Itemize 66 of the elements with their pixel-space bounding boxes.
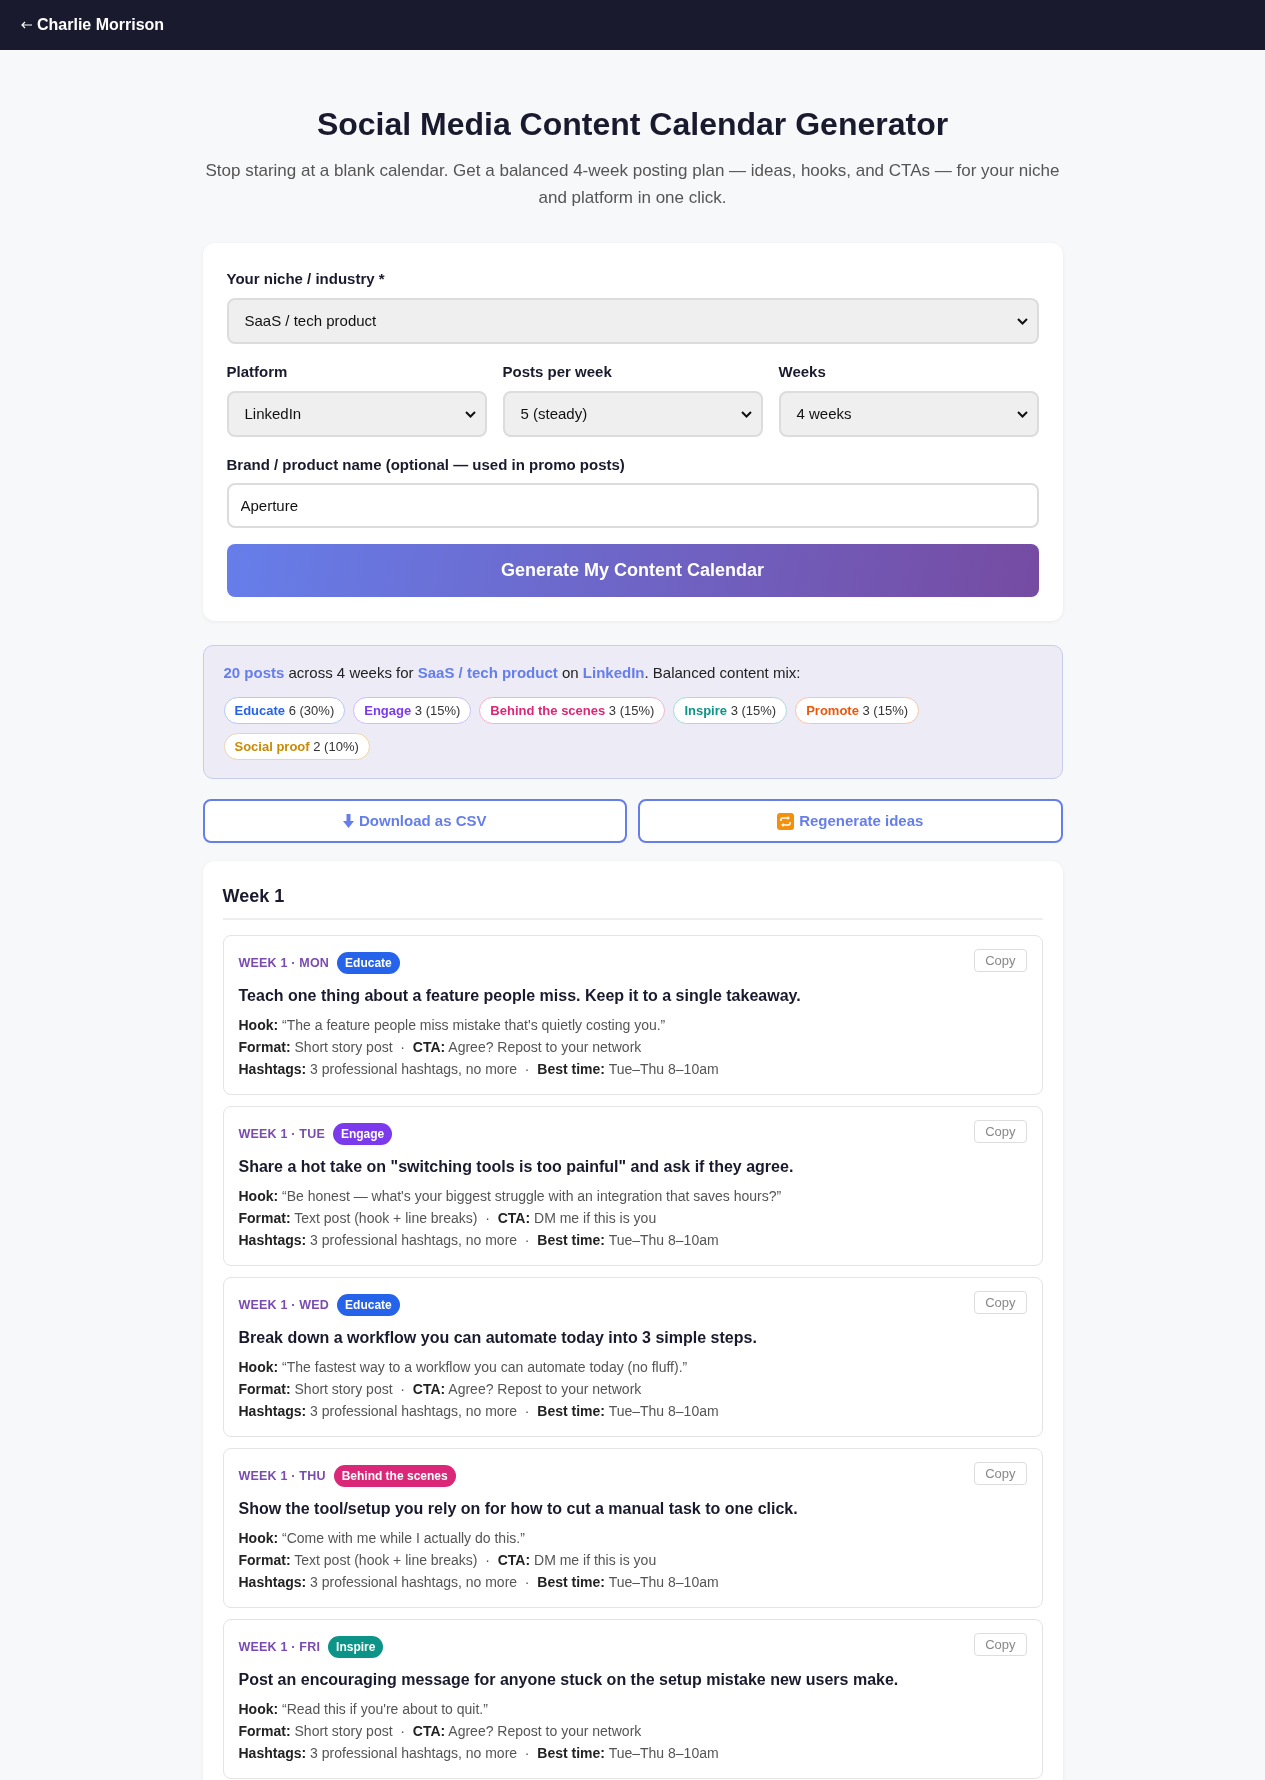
chevron-down-icon <box>1016 410 1028 418</box>
post-detail-line: Format: Short story post · CTA: Agree? Repost to your network <box>238 1038 643 1057</box>
copy-button[interactable]: Copy <box>974 1633 1027 1656</box>
post-detail-line: Hashtags: 3 professional hashtags, no more · Best time: Tue–Thu 8–10am <box>238 1573 720 1592</box>
post-title: Break down a workflow you can automate today into 3 simple steps. <box>238 1328 758 1348</box>
page-title: Social Media Content Calendar Generator <box>315 105 950 144</box>
content-mix-tag: Behind the scenes 3 (15%) <box>479 697 666 724</box>
summary-text: 20 posts across 4 weeks for SaaS / tech product on LinkedIn. Balanced content mix: <box>223 663 802 683</box>
post-detail-line: Hashtags: 3 professional hashtags, no more · Best time: Tue–Thu 8–10am <box>238 1060 720 1079</box>
field-label: Posts per week <box>502 362 613 382</box>
post-day-label: WEEK 1 · THU <box>238 1467 326 1485</box>
niche-select[interactable]: SaaS / tech product <box>226 298 1039 344</box>
field-label: Weeks <box>778 362 827 382</box>
copy-button[interactable]: Copy <box>974 1462 1027 1485</box>
post-detail-line: Hook: “Read this if you're about to quit.” <box>238 1700 489 1719</box>
content-mix-tag: Social proof 2 (10%) <box>223 733 370 760</box>
download-arrow-icon <box>343 814 354 828</box>
post-detail-line: Hashtags: 3 professional hashtags, no more · Best time: Tue–Thu 8–10am <box>238 1744 720 1763</box>
post-day-label: WEEK 1 · TUE <box>238 1125 325 1143</box>
generate-button[interactable]: Generate My Content Calendar <box>226 544 1039 597</box>
regenerate-button[interactable]: Regenerate ideas <box>638 799 1063 843</box>
post-category-tag: Educate <box>337 1294 400 1316</box>
post-detail-line: Hashtags: 3 professional hashtags, no more · Best time: Tue–Thu 8–10am <box>238 1402 720 1421</box>
post-detail-line: Format: Short story post · CTA: Agree? Repost to your network <box>238 1722 643 1741</box>
post-category-tag: Educate <box>337 952 400 974</box>
dropdown-select[interactable]: 5 (steady) <box>502 391 763 437</box>
post-detail-line: Format: Text post (hook + line breaks) · CTA: DM me if this is you <box>238 1551 658 1570</box>
post-detail-line: Format: Short story post · CTA: Agree? Repost to your network <box>238 1380 643 1399</box>
back-link[interactable]: Charlie Morrison <box>21 13 165 37</box>
page-subtitle: Stop staring at a blank calendar. Get a balanced 4-week posting plan — ideas, hooks, and CTAs — for your niche and platform in one click. <box>204 160 1061 209</box>
copy-button[interactable]: Copy <box>974 1291 1027 1314</box>
post-category-tag: Inspire <box>328 1636 384 1658</box>
field-label: Platform <box>226 362 289 382</box>
post-category-tag: Behind the scenes <box>333 1465 456 1487</box>
chevron-down-icon <box>464 410 476 418</box>
dropdown-select[interactable]: 4 weeks <box>778 391 1039 437</box>
post-detail-line: Hook: “Come with me while I actually do this.” <box>238 1529 526 1548</box>
content-mix-tag: Promote 3 (15%) <box>795 697 920 724</box>
field-label: Your niche / industry * <box>226 269 386 289</box>
content-mix-tag: Engage 3 (15%) <box>353 697 472 724</box>
post-detail-line: Hook: “Be honest — what's your biggest struggle with an integration that saves hours?” <box>238 1187 783 1206</box>
post-day-label: WEEK 1 · MON <box>238 954 330 972</box>
post-day-label: WEEK 1 · WED <box>238 1296 330 1314</box>
post-title: Show the tool/setup you rely on for how to cut a manual task to one click. <box>238 1499 799 1519</box>
post-day-label: WEEK 1 · FRI <box>238 1638 321 1656</box>
post-detail-line: Hashtags: 3 professional hashtags, no more · Best time: Tue–Thu 8–10am <box>238 1231 720 1250</box>
chevron-down-icon <box>740 410 752 418</box>
repeat-icon <box>777 812 795 830</box>
post-category-tag: Engage <box>332 1123 393 1145</box>
content-mix-tag: Inspire 3 (15%) <box>673 697 788 724</box>
back-arrow-icon <box>21 21 32 29</box>
chevron-down-icon <box>1016 317 1028 325</box>
post-detail-line: Hook: “The fastest way to a workflow you can automate today (no fluff).” <box>238 1358 689 1377</box>
content-mix-tag: Educate 6 (30%) <box>223 697 346 724</box>
post-title: Post an encouraging message for anyone stuck on the setup mistake new users make. <box>238 1670 900 1690</box>
post-title: Share a hot take on "switching tools is too painful" and ask if they agree. <box>238 1157 795 1177</box>
dropdown-select[interactable]: LinkedIn <box>226 391 487 437</box>
download-button[interactable]: Download as CSV <box>202 799 627 843</box>
copy-button[interactable]: Copy <box>974 949 1027 972</box>
brand-input[interactable]: Aperture <box>226 483 1039 528</box>
week-heading: Week 1 <box>222 885 286 908</box>
post-title: Teach one thing about a feature people miss. Keep it to a single takeaway. <box>238 986 802 1006</box>
copy-button[interactable]: Copy <box>974 1120 1027 1143</box>
post-detail-line: Format: Text post (hook + line breaks) · CTA: DM me if this is you <box>238 1209 658 1228</box>
field-label: Brand / product name (optional — used in promo posts) <box>226 455 626 475</box>
post-detail-line: Hook: “The a feature people miss mistake that's quietly costing you.” <box>238 1016 667 1035</box>
